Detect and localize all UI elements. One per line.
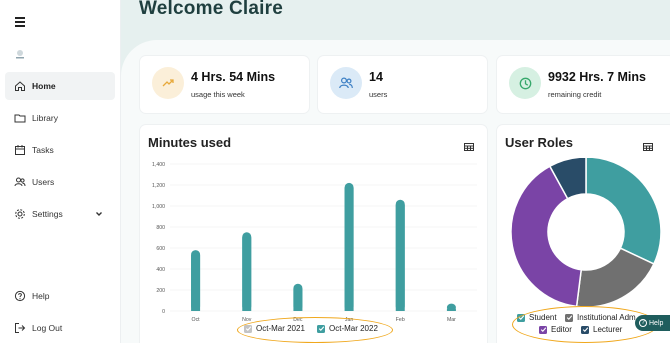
bar-base	[242, 237, 252, 311]
sidebar-item-library[interactable]: Library	[5, 104, 115, 132]
x-tick-label: Feb	[396, 317, 405, 323]
legend-item-lecturer[interactable]: Lecturer	[581, 325, 622, 334]
bar-base	[293, 288, 303, 311]
checkbox-checked-icon[interactable]	[517, 313, 525, 322]
table-view-icon[interactable]	[643, 138, 653, 151]
y-tick-label: 600	[156, 246, 165, 252]
y-tick-label: 400	[156, 267, 165, 273]
donut-slice	[585, 158, 662, 265]
y-tick-label: 200	[156, 288, 165, 294]
chart-title: Minutes used	[148, 135, 232, 150]
stat-value: 9932 Hrs. 7 Mins	[548, 70, 646, 84]
help-button-label: Help	[649, 319, 664, 327]
stat-card-usage: 4 Hrs. 54 Mins usage this week	[140, 56, 309, 113]
legend-label: Oct-Mar 2021	[256, 324, 305, 333]
users-icon	[330, 67, 362, 99]
menu-icon[interactable]	[15, 16, 29, 28]
home-icon	[14, 80, 26, 92]
legend-item-institutional-admin[interactable]: Institutional Adm	[565, 313, 636, 322]
legend-label: Editor	[551, 325, 572, 334]
sidebar-item-label: Settings	[32, 209, 63, 219]
legend-item-2021[interactable]: Oct-Mar 2021	[244, 324, 305, 333]
stat-label: usage this week	[191, 90, 245, 99]
page-title: Welcome Claire	[139, 0, 283, 19]
legend-label: Institutional Adm	[577, 313, 636, 322]
checkbox-checked-icon[interactable]	[565, 313, 573, 322]
help-button[interactable]: ? Help	[635, 315, 670, 331]
x-tick-label: Dec	[293, 317, 303, 323]
sidebar-item-logout[interactable]: Log Out	[5, 314, 115, 342]
chart-title: User Roles	[505, 135, 573, 150]
sidebar-item-tasks[interactable]: Tasks	[5, 136, 115, 164]
checkbox-checked-icon[interactable]	[244, 324, 252, 333]
legend-item-2022[interactable]: Oct-Mar 2022	[317, 324, 378, 333]
chevron-down-icon[interactable]	[95, 210, 103, 218]
x-tick-label: Nov	[242, 317, 252, 323]
logo	[14, 47, 26, 59]
y-tick-label: 800	[156, 225, 165, 231]
y-tick-label: 1,000	[152, 204, 165, 210]
calendar-icon	[14, 144, 26, 156]
x-tick-label: Jan	[345, 317, 353, 323]
minutes-bar-chart: 0 200 400 600 800 1,000 1,200 1,400 Oct Nov Dec Jan…	[152, 162, 477, 323]
sidebar-item-label: Tasks	[32, 145, 54, 155]
stat-label: users	[369, 90, 388, 99]
stat-value: 14	[369, 70, 383, 84]
stat-value: 4 Hrs. 54 Mins	[191, 70, 276, 84]
sidebar: Home Library Tasks Users Settings Help L…	[0, 0, 121, 343]
sidebar-item-label: Log Out	[32, 323, 63, 333]
y-tick-label: 1,400	[152, 162, 165, 168]
legend-item-editor[interactable]: Editor	[539, 325, 572, 334]
legend-label: Lecturer	[593, 325, 623, 334]
sidebar-item-users[interactable]: Users	[5, 168, 115, 196]
bar-base	[395, 204, 405, 311]
checkbox-checked-icon[interactable]	[539, 325, 547, 334]
stat-label: remaining credit	[548, 90, 602, 99]
help-icon	[14, 290, 26, 302]
table-view-icon[interactable]	[464, 138, 474, 151]
checkbox-checked-icon[interactable]	[317, 324, 325, 333]
users-icon	[14, 176, 26, 188]
bar-base	[446, 308, 456, 311]
user-roles-donut-chart	[510, 158, 662, 308]
user-roles-card: User Roles Student Institutional Adm Edi…	[497, 125, 670, 343]
sidebar-item-home[interactable]: Home	[5, 72, 115, 100]
help-icon: ?	[639, 319, 647, 327]
x-tick-label: Oct	[192, 317, 201, 323]
bar-base	[344, 187, 354, 311]
legend-label: Oct-Mar 2022	[329, 324, 378, 333]
clock-icon	[509, 67, 541, 99]
folder-icon	[14, 112, 26, 124]
sidebar-item-label: Users	[32, 177, 55, 187]
stat-card-credit: 9932 Hrs. 7 Mins remaining credit	[497, 56, 670, 113]
y-tick-label: 1,200	[152, 183, 165, 189]
minutes-used-card: Minutes used 0 200 400 600 800 1,000 1,200 1,40…	[140, 125, 487, 343]
sidebar-item-help[interactable]: Help	[5, 282, 115, 310]
y-tick-label: 0	[162, 309, 165, 315]
sidebar-item-settings[interactable]: Settings	[5, 200, 115, 228]
sidebar-item-label: Library	[32, 113, 58, 123]
legend-item-student[interactable]: Student	[517, 313, 557, 322]
sidebar-item-label: Help	[32, 291, 50, 301]
main-area: Welcome Claire 4 Hrs. 54 Mins usage this…	[121, 0, 670, 343]
x-tick-label: Mar	[447, 317, 456, 323]
checkbox-checked-icon[interactable]	[581, 325, 589, 334]
bar-base	[191, 255, 201, 311]
gear-icon	[14, 208, 26, 220]
stat-card-users: 14 users	[318, 56, 487, 113]
trend-up-icon	[152, 67, 184, 99]
sidebar-item-label: Home	[32, 81, 56, 91]
logout-icon	[14, 322, 26, 334]
legend-label: Student	[529, 313, 557, 322]
